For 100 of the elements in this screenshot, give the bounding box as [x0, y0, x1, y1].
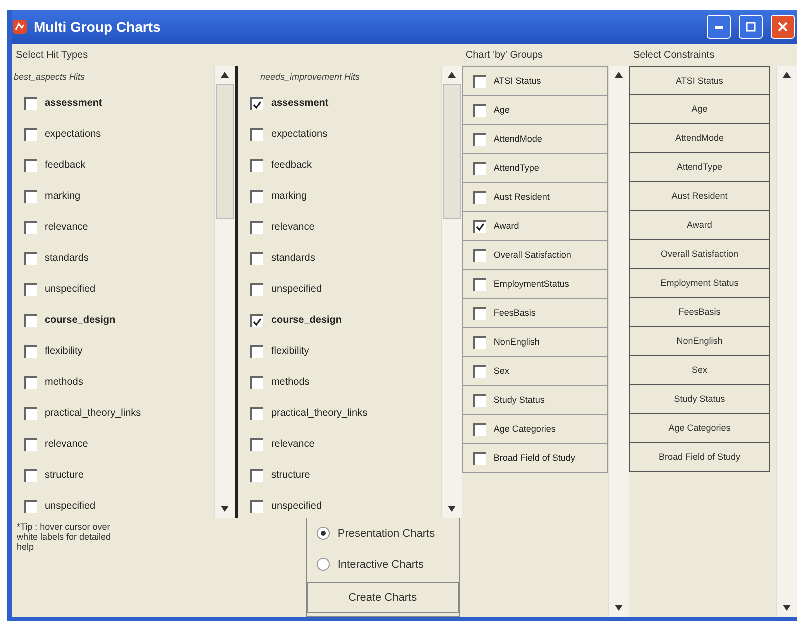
scroll-thumb[interactable] — [442, 84, 461, 219]
checkbox-label: unspecified — [45, 501, 96, 512]
checkbox[interactable] — [24, 159, 37, 172]
minimize-button[interactable] — [707, 15, 731, 39]
list-title: best_aspects Hits — [13, 71, 86, 84]
checkbox[interactable] — [24, 500, 37, 513]
checkbox-label: relevance — [45, 222, 88, 233]
checkbox[interactable] — [24, 376, 37, 389]
checkbox[interactable] — [472, 190, 486, 204]
checkbox-label: relevance — [271, 439, 315, 450]
scrollbar[interactable] — [214, 66, 236, 518]
checkbox[interactable] — [250, 376, 264, 389]
checkbox-label: standards — [45, 253, 89, 264]
checkbox[interactable] — [472, 278, 486, 290]
group-item[interactable]: NonEnglish — [462, 328, 608, 357]
scroll-down-icon[interactable] — [221, 506, 230, 512]
group-item[interactable]: Aust Resident — [462, 183, 608, 212]
checkbox[interactable] — [250, 97, 264, 110]
checkbox-label: Broad Field of Study — [494, 453, 576, 463]
checkbox[interactable] — [250, 159, 264, 172]
constraint-button[interactable]: Age — [629, 95, 770, 124]
group-item[interactable]: Award — [462, 212, 608, 241]
group-item[interactable]: Age — [462, 96, 608, 125]
scrollbar[interactable] — [440, 66, 462, 518]
checkbox[interactable] — [24, 221, 37, 234]
constraint-button[interactable]: Aust Resident — [629, 182, 770, 211]
checkbox-label: assessment — [271, 98, 329, 109]
scroll-down-icon[interactable] — [448, 506, 456, 512]
scrollbar[interactable] — [608, 66, 630, 617]
checkbox[interactable] — [472, 452, 486, 464]
scroll-up-icon[interactable] — [448, 72, 456, 78]
radio-button[interactable] — [316, 527, 330, 540]
checkbox[interactable] — [472, 162, 486, 174]
constraint-button[interactable]: AttendMode — [629, 124, 770, 153]
checkbox[interactable] — [250, 345, 264, 358]
checkbox-label: expectations — [45, 129, 102, 140]
scroll-thumb[interactable] — [216, 84, 234, 219]
scroll-up-icon[interactable] — [783, 72, 792, 78]
checkbox[interactable] — [472, 248, 486, 262]
group-item[interactable]: ATSI Status — [462, 66, 608, 96]
create-charts-button[interactable]: Create Charts — [306, 582, 459, 613]
maximize-button[interactable] — [739, 15, 763, 39]
checkbox[interactable] — [250, 407, 264, 420]
checkbox[interactable] — [472, 422, 486, 436]
constraint-button[interactable]: ATSI Status — [629, 66, 770, 95]
checkbox[interactable] — [472, 364, 486, 378]
checkbox[interactable] — [250, 221, 264, 234]
constraint-button[interactable]: NonEnglish — [629, 327, 770, 356]
group-item[interactable]: AttendMode — [462, 125, 608, 154]
checkbox[interactable] — [250, 500, 264, 513]
checkbox[interactable] — [472, 104, 486, 116]
checkbox[interactable] — [250, 314, 264, 327]
checkbox[interactable] — [24, 407, 37, 420]
constraint-button[interactable]: Study Status — [629, 385, 770, 414]
scroll-down-icon[interactable] — [783, 605, 792, 611]
scroll-down-icon[interactable] — [615, 605, 624, 611]
constraint-button[interactable]: Award — [629, 211, 770, 240]
group-item[interactable]: Age Categories — [462, 415, 608, 444]
scroll-up-icon[interactable] — [615, 72, 624, 78]
checkbox[interactable] — [24, 469, 37, 482]
group-item[interactable]: EmploymentStatus — [462, 270, 608, 299]
checkbox[interactable] — [24, 345, 37, 358]
checkbox[interactable] — [472, 74, 486, 88]
checkbox[interactable] — [24, 128, 37, 141]
checkbox[interactable] — [250, 190, 264, 203]
group-item[interactable]: Sex — [462, 357, 608, 386]
constraint-button[interactable]: Sex — [629, 356, 770, 385]
checkbox[interactable] — [24, 190, 37, 203]
checkbox[interactable] — [472, 306, 486, 320]
checkbox[interactable] — [24, 283, 37, 296]
group-item[interactable]: AttendType — [462, 154, 608, 183]
checkbox[interactable] — [472, 132, 486, 146]
checkbox[interactable] — [250, 283, 264, 296]
checkbox[interactable] — [250, 252, 264, 265]
checkbox[interactable] — [250, 128, 264, 141]
checkbox-label: marking — [45, 191, 81, 202]
radio-button[interactable] — [316, 558, 330, 571]
group-item[interactable]: Study Status — [462, 386, 608, 415]
group-item[interactable]: FeesBasis — [462, 299, 608, 328]
checkbox[interactable] — [250, 469, 264, 482]
checkbox[interactable] — [24, 252, 37, 265]
constraint-button[interactable]: FeesBasis — [629, 298, 770, 327]
close-button[interactable] — [771, 15, 795, 39]
checkbox[interactable] — [472, 220, 486, 232]
constraint-button[interactable]: AttendType — [629, 153, 770, 182]
scroll-up-icon[interactable] — [221, 72, 230, 78]
constraint-button[interactable]: Overall Satisfaction — [629, 240, 770, 269]
checkbox[interactable] — [24, 97, 37, 110]
checkbox-label: Age — [494, 105, 510, 115]
constraint-button[interactable]: Broad Field of Study — [629, 443, 770, 472]
scrollbar[interactable] — [776, 66, 797, 617]
checkbox[interactable] — [24, 314, 37, 327]
group-item[interactable]: Overall Satisfaction — [462, 241, 608, 270]
constraint-button[interactable]: Age Categories — [629, 414, 770, 443]
checkbox[interactable] — [472, 336, 486, 348]
group-item[interactable]: Broad Field of Study — [462, 444, 608, 473]
constraint-button[interactable]: Employment Status — [629, 269, 770, 298]
checkbox[interactable] — [472, 394, 486, 406]
checkbox[interactable] — [250, 438, 264, 451]
checkbox[interactable] — [24, 438, 37, 451]
